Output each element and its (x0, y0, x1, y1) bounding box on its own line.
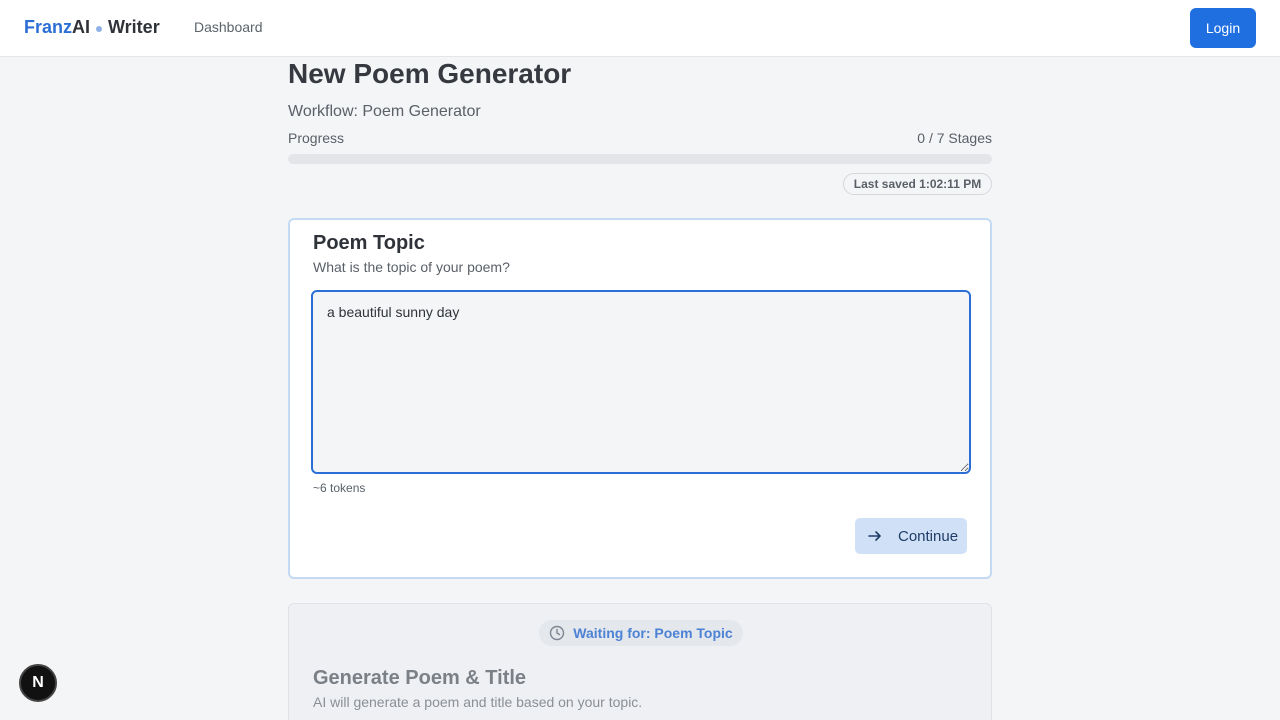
waiting-label: Waiting for: Poem Topic (573, 625, 733, 641)
brand-logo[interactable]: Franz AI Writer (24, 17, 160, 38)
poem-topic-input[interactable] (311, 290, 971, 474)
token-count: ~6 tokens (313, 481, 366, 495)
progress-label: Progress (288, 130, 345, 146)
brand-dot-icon (96, 25, 103, 32)
workflow-label: Workflow: Poem Generator (288, 103, 481, 120)
nav-dashboard-link[interactable]: Dashboard (194, 19, 263, 35)
brand-franz: Franz (24, 17, 73, 37)
stage-card-generate-poem: Waiting for: Poem Topic Generate Poem & … (288, 603, 992, 720)
stage-card-poem-topic: Poem Topic What is the topic of your poe… (288, 218, 992, 579)
last-saved-badge: Last saved 1:02:11 PM (843, 173, 992, 195)
stage-description: What is the topic of your poem? (313, 259, 510, 275)
waiting-badge: Waiting for: Poem Topic (539, 620, 743, 646)
pending-stage-description: AI will generate a poem and title based … (313, 694, 643, 710)
continue-label: Continue (898, 527, 959, 545)
progress-count: 0 / 7 Stages (917, 130, 992, 146)
clock-icon (550, 625, 565, 641)
login-button[interactable]: Login (1190, 8, 1256, 48)
arrow-right-icon (868, 531, 881, 541)
continue-button[interactable]: Continue (855, 518, 967, 554)
top-bar: Franz AI Writer Dashboard Login (0, 0, 1280, 57)
stage-title: Poem Topic (313, 232, 425, 254)
brand-writer: Writer (108, 17, 160, 37)
brand-ai: AI (72, 17, 91, 37)
page-title: New Poem Generator (288, 58, 572, 89)
progress-bar (288, 154, 992, 164)
next-devtools-button[interactable]: N (19, 664, 57, 702)
pending-stage-title: Generate Poem & Title (313, 667, 527, 689)
